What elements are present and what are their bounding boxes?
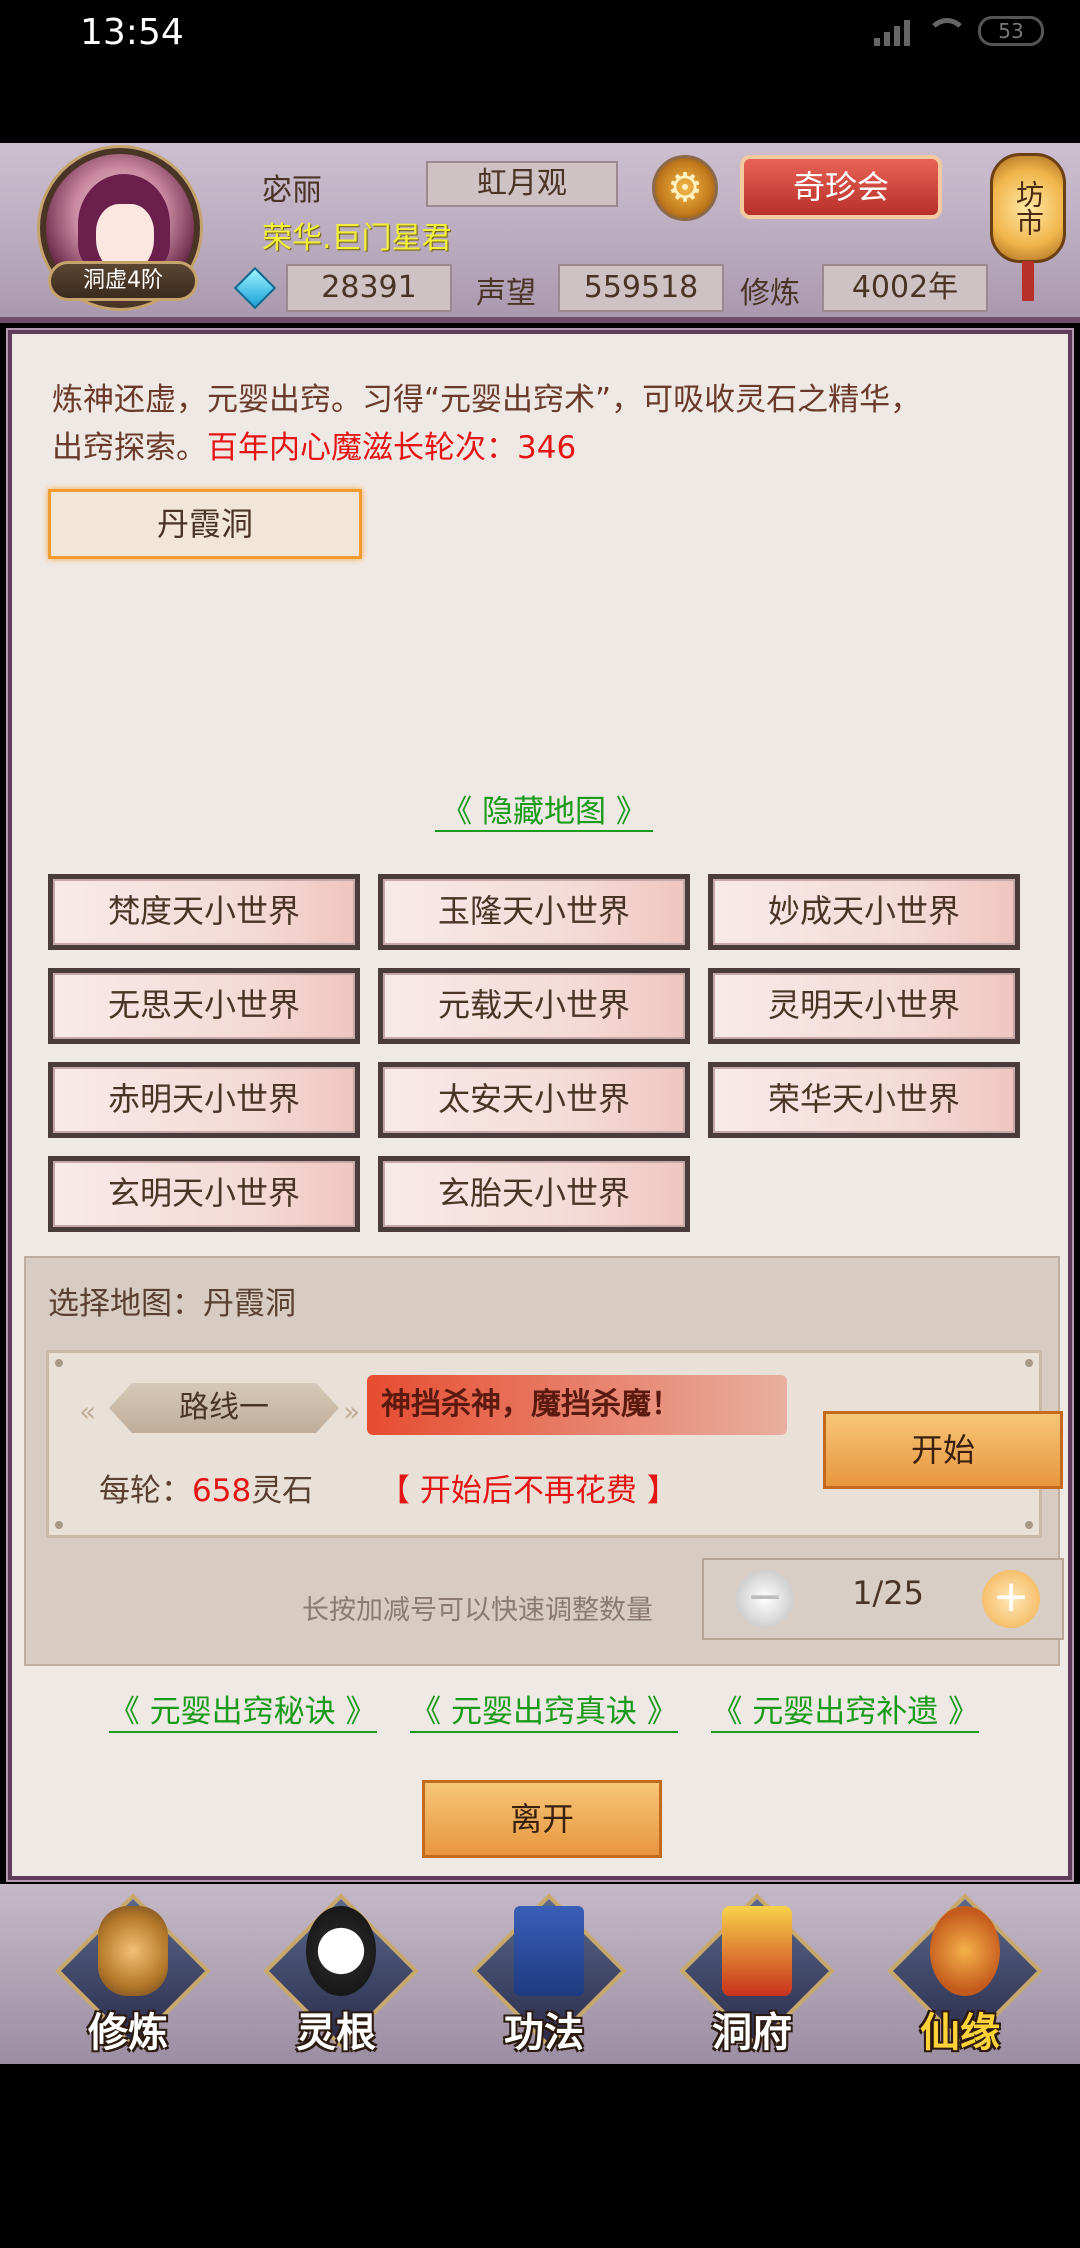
wifi-icon [924, 16, 964, 46]
cost-note: 【 开始后不再花费 】 [379, 1473, 678, 1509]
cost-value: 658 [192, 1473, 252, 1509]
qizhen-button[interactable]: 奇珍会 [740, 155, 942, 219]
lantern-icon: 坊市 [990, 153, 1066, 263]
route-card: « 路线一 » 神挡杀神，魔挡杀魔！ 每轮：658灵石 【 开始后不再花费 】 … [46, 1350, 1063, 1538]
corner-dot [55, 1359, 63, 1367]
gourd-icon [930, 1906, 1000, 1996]
nav-technique[interactable]: 功法 [464, 1893, 627, 2056]
selected-map-label: 选择地图：丹霞洞 [48, 1286, 296, 1322]
player-header: 洞虚4阶 宓丽 荣华.巨门星君 虹月观 ⚙ 奇珍会 坊市 28391 声望 55… [0, 143, 1080, 323]
route-slogan: 神挡杀神，魔挡杀魔！ [367, 1375, 787, 1435]
status-icons: 53 [874, 16, 1044, 46]
stepper-value: 1/25 [852, 1574, 924, 1612]
world-button[interactable]: 梵度天小世界 [48, 874, 360, 950]
nav-label: 洞府 [712, 2010, 792, 2056]
nav-fate[interactable]: 仙缘 [880, 1893, 1043, 2056]
start-button[interactable]: 开始 [823, 1411, 1063, 1489]
world-button[interactable]: 玉隆天小世界 [378, 874, 690, 950]
status-time: 13:54 [80, 12, 184, 53]
intro-text: 炼神还虚，元婴出窍。习得“元婴出窍术”，可吸收灵石之精华，出窍探索。百年内心魔滋… [52, 376, 952, 472]
secret-manual-link[interactable]: 《 元婴出窍秘诀 》 [108, 1686, 377, 1733]
market-lantern[interactable]: 坊市 [990, 143, 1066, 301]
nav-label: 修炼 [88, 2010, 168, 2056]
player-name: 宓丽 [262, 173, 322, 208]
cultivation-value: 4002年 [822, 264, 988, 312]
chevron-left-icon: « [79, 1395, 97, 1428]
prestige-label: 声望 [476, 276, 536, 311]
world-button[interactable]: 玄胎天小世界 [378, 1156, 690, 1232]
selection-panel: 选择地图：丹霞洞 « 路线一 » 神挡杀神，魔挡杀魔！ 每轮：658灵石 【 开… [24, 1256, 1064, 1666]
spirit-stones-value: 28391 [286, 264, 452, 312]
world-button[interactable]: 妙成天小世界 [708, 874, 1020, 950]
player-title: 荣华.巨门星君 [262, 221, 452, 256]
sect-name: 虹月观 [426, 161, 618, 207]
corner-dot [1025, 1521, 1033, 1529]
cost-prefix: 每轮： [99, 1473, 192, 1509]
chevron-right-icon: » [343, 1395, 361, 1428]
heart-demon-rounds: 百年内心魔滋长轮次：346 [207, 430, 577, 466]
yin-yang-sword-icon [306, 1906, 376, 1996]
minus-icon[interactable]: − [736, 1570, 794, 1628]
leave-button[interactable]: 离开 [422, 1780, 662, 1858]
world-button[interactable]: 太安天小世界 [378, 1062, 690, 1138]
quantity-stepper: − 1/25 + [702, 1558, 1064, 1640]
nav-cave[interactable]: 洞府 [672, 1893, 835, 2056]
realm-badge: 洞虚4阶 [48, 261, 198, 301]
main-panel: 炼神还虚，元婴出窍。习得“元婴出窍术”，可吸收灵石之精华，出窍探索。百年内心魔滋… [6, 328, 1074, 1882]
world-button[interactable]: 赤明天小世界 [48, 1062, 360, 1138]
cultivation-label: 修炼 [740, 276, 800, 311]
nav-label: 仙缘 [920, 2010, 1000, 2056]
lantern-tassel [1022, 261, 1034, 301]
supplement-manual-link[interactable]: 《 元婴出窍补遗 》 [711, 1686, 980, 1733]
plus-icon[interactable]: + [982, 1570, 1040, 1628]
prestige-value: 559518 [558, 264, 724, 312]
nav-spirit-root[interactable]: 灵根 [256, 1893, 419, 2056]
corner-dot [55, 1521, 63, 1529]
status-bar: 13:54 53 [0, 0, 1080, 70]
cost-line: 每轮：658灵石 [99, 1465, 313, 1510]
world-button[interactable]: 灵明天小世界 [708, 968, 1020, 1044]
battery-icon: 53 [978, 16, 1044, 46]
world-button[interactable]: 玄明天小世界 [48, 1156, 360, 1232]
nav-label: 功法 [504, 2010, 584, 2056]
nav-cultivate[interactable]: 修炼 [48, 1893, 211, 2056]
hooded-figure-icon [98, 1906, 168, 1996]
book-icon [514, 1906, 584, 1996]
pagoda-icon [722, 1906, 792, 1996]
hidden-map-link[interactable]: 《 隐藏地图 》 [435, 794, 653, 832]
stepper-hint: 长按加减号可以快速调整数量 [302, 1595, 653, 1626]
gear-icon[interactable]: ⚙ [652, 155, 718, 221]
world-button[interactable]: 无思天小世界 [48, 968, 360, 1044]
hidden-map-link-row: 《 隐藏地图 》 [12, 786, 1076, 832]
world-button[interactable]: 荣华天小世界 [708, 1062, 1020, 1138]
spirit-stone-icon [233, 266, 277, 310]
manual-links: 《 元婴出窍秘诀 》 《 元婴出窍真诀 》 《 元婴出窍补遗 》 [12, 1686, 1076, 1733]
nav-label: 灵根 [296, 2010, 376, 2056]
bottom-nav: 修炼 灵根 功法 洞府 仙缘 [0, 1884, 1080, 2064]
cave-danxia-button[interactable]: 丹霞洞 [48, 489, 362, 559]
true-manual-link[interactable]: 《 元婴出窍真诀 》 [410, 1686, 678, 1733]
world-button[interactable]: 元载天小世界 [378, 968, 690, 1044]
signal-icon [874, 16, 910, 46]
route-tag: 路线一 [109, 1383, 339, 1433]
cost-suffix: 灵石 [251, 1473, 314, 1509]
corner-dot [1025, 1359, 1033, 1367]
